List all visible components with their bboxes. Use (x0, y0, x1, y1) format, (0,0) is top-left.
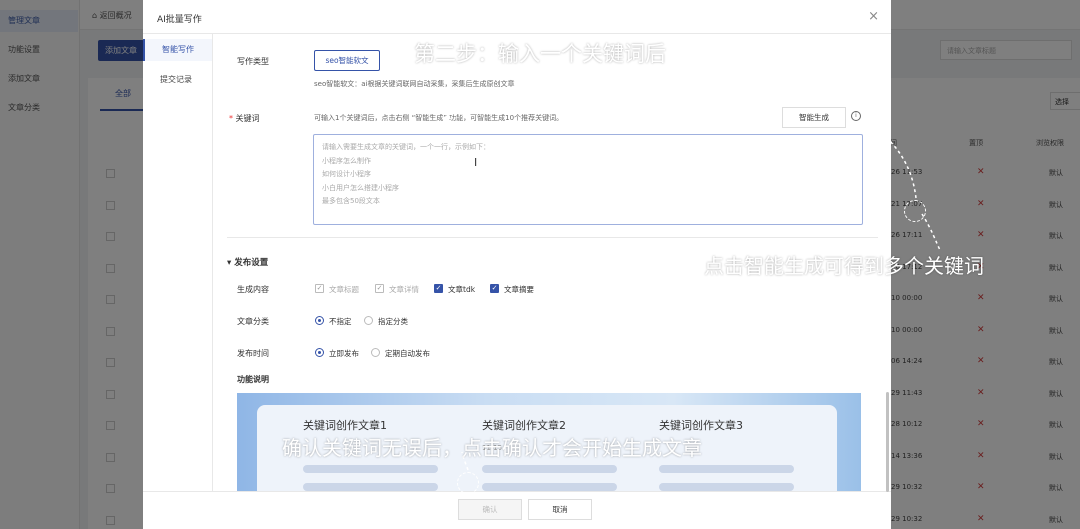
annotation-step2: 第二步：输入一个关键词后 (414, 42, 666, 66)
annotation-confirm: 确认关键词无误后，点击确认才会开始生成文章 (282, 436, 702, 460)
annotation-click-generate: 点击智能生成可得到多个关键词 (704, 254, 984, 278)
